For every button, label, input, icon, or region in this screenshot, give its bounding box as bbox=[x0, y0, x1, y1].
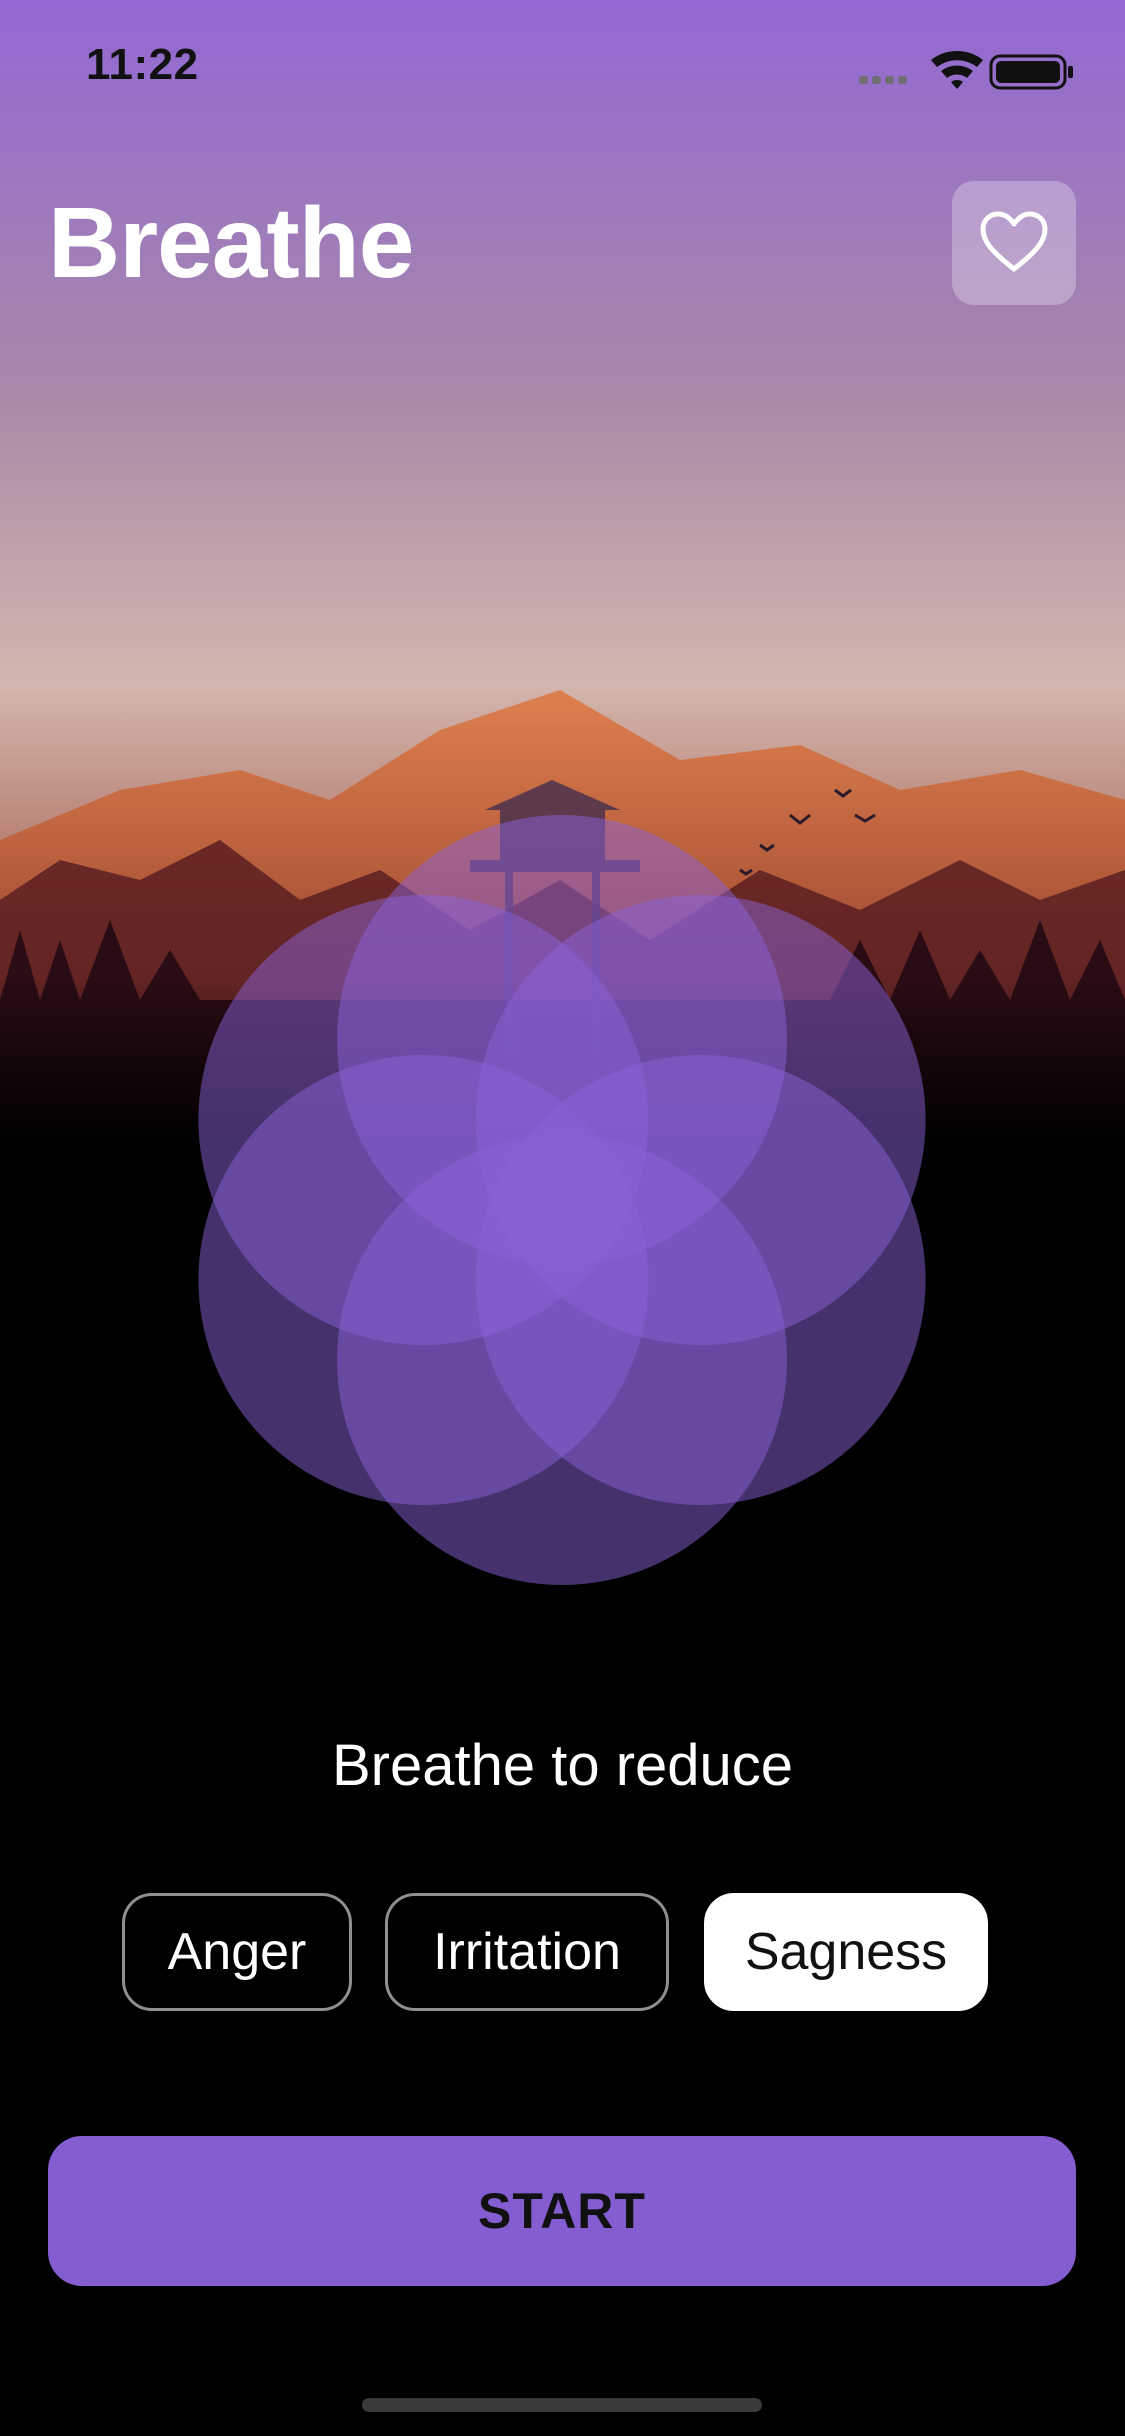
home-indicator bbox=[362, 2398, 762, 2412]
start-button[interactable]: START bbox=[48, 2136, 1076, 2286]
breathe-prompt: Breathe to reduce bbox=[331, 1733, 794, 1798]
emotion-chip-sagness[interactable]: Sagness bbox=[704, 1893, 988, 2011]
breathing-flower bbox=[198, 815, 926, 1585]
emotion-selector: Anger Irritation Sagness bbox=[0, 1893, 1125, 2015]
emotion-chip-anger[interactable]: Anger bbox=[122, 1893, 352, 2011]
flower-petal bbox=[198, 895, 649, 1345]
emotion-chip-irritation[interactable]: Irritation bbox=[385, 1893, 669, 2011]
flower-petals bbox=[198, 815, 926, 1585]
